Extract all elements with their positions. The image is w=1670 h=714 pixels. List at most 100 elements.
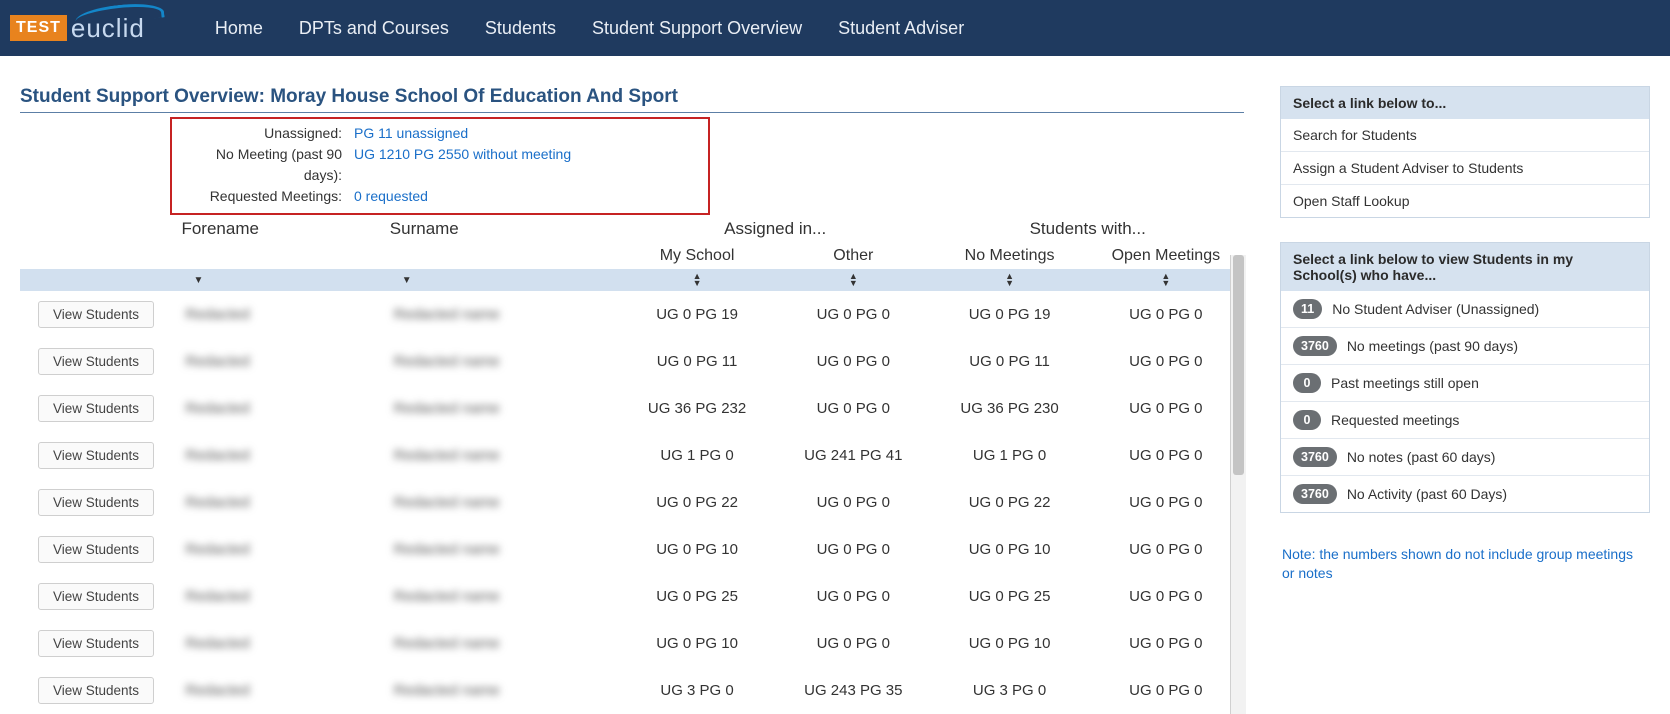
summary-nomeeting-label: No Meeting (past 90 days):: [184, 144, 354, 186]
panel-filter-label: No Student Adviser (Unassigned): [1332, 301, 1539, 317]
nav-dpts[interactable]: DPTs and Courses: [299, 18, 449, 39]
myschool-cell: UG 0 PG 10: [619, 526, 775, 573]
hdr-surname[interactable]: Surname: [390, 215, 619, 243]
panel-action-item[interactable]: Search for Students: [1281, 119, 1649, 151]
nav-adviser[interactable]: Student Adviser: [838, 18, 964, 39]
open-cell[interactable]: UG 0 PG 0: [1088, 620, 1244, 667]
nomeet-cell[interactable]: UG 0 PG 19: [931, 291, 1087, 338]
forename-cell: Redacted: [185, 588, 249, 605]
forename-cell: Redacted: [185, 494, 249, 511]
hdr-open-meetings[interactable]: Open Meetings: [1088, 243, 1244, 269]
hdr-forename[interactable]: Forename: [181, 215, 389, 243]
sort-surname[interactable]: [390, 269, 619, 291]
sort-down-icon: [193, 275, 203, 286]
view-students-button[interactable]: View Students: [38, 395, 154, 422]
open-cell[interactable]: UG 0 PG 0: [1088, 573, 1244, 620]
surname-cell: Redacted name: [394, 400, 500, 417]
count-badge: 0: [1293, 373, 1321, 393]
table-row: View StudentsRedactedRedacted nameUG 3 P…: [20, 667, 1244, 714]
table-row: View StudentsRedactedRedacted nameUG 0 P…: [20, 620, 1244, 667]
sort-both-icon: [931, 273, 1087, 287]
surname-cell: Redacted name: [394, 306, 500, 323]
other-cell: UG 0 PG 0: [775, 573, 931, 620]
open-cell[interactable]: UG 0 PG 0: [1088, 338, 1244, 385]
nomeet-cell[interactable]: UG 1 PG 0: [931, 432, 1087, 479]
page-title: Student Support Overview: Moray House Sc…: [20, 86, 1244, 113]
other-cell: UG 0 PG 0: [775, 338, 931, 385]
sort-open[interactable]: [1088, 269, 1244, 291]
view-students-button[interactable]: View Students: [38, 536, 154, 563]
table-row: View StudentsRedactedRedacted nameUG 0 P…: [20, 526, 1244, 573]
sort-down-icon: [402, 275, 412, 286]
nomeet-cell[interactable]: UG 0 PG 10: [931, 526, 1087, 573]
nomeet-cell[interactable]: UG 36 PG 230: [931, 385, 1087, 432]
view-students-button[interactable]: View Students: [38, 583, 154, 610]
surname-cell: Redacted name: [394, 588, 500, 605]
view-students-button[interactable]: View Students: [38, 489, 154, 516]
open-cell[interactable]: UG 0 PG 0: [1088, 526, 1244, 573]
surname-cell: Redacted name: [394, 447, 500, 464]
other-cell: UG 243 PG 35: [775, 667, 931, 714]
open-cell[interactable]: UG 0 PG 0: [1088, 432, 1244, 479]
panel-filter-item[interactable]: 0Requested meetings: [1281, 401, 1649, 438]
panel-filter-label: Past meetings still open: [1331, 375, 1479, 391]
nomeet-cell[interactable]: UG 0 PG 10: [931, 620, 1087, 667]
view-students-button[interactable]: View Students: [38, 677, 154, 704]
view-students-button[interactable]: View Students: [38, 348, 154, 375]
nav-students[interactable]: Students: [485, 18, 556, 39]
panel-filter-label: No Activity (past 60 Days): [1347, 486, 1507, 502]
panel-filter-label: No meetings (past 90 days): [1347, 338, 1518, 354]
other-cell: UG 0 PG 0: [775, 479, 931, 526]
summary-nomeeting-link[interactable]: UG 1210 PG 2550 without meeting: [354, 146, 571, 162]
hdr-other[interactable]: Other: [775, 243, 931, 269]
sort-myschool[interactable]: [619, 269, 775, 291]
panel-action-item[interactable]: Assign a Student Adviser to Students: [1281, 151, 1649, 184]
myschool-cell: UG 0 PG 19: [619, 291, 775, 338]
summary-unassigned-link[interactable]: PG 11 unassigned: [354, 125, 468, 141]
open-cell[interactable]: UG 0 PG 0: [1088, 479, 1244, 526]
panel-filter-label: No notes (past 60 days): [1347, 449, 1496, 465]
view-students-button[interactable]: View Students: [38, 630, 154, 657]
sort-forename[interactable]: [181, 269, 389, 291]
nomeet-cell[interactable]: UG 0 PG 25: [931, 573, 1087, 620]
panel-filter-item[interactable]: 0 Past meetings still open: [1281, 364, 1649, 401]
table-row: View StudentsRedactedRedacted nameUG 0 P…: [20, 338, 1244, 385]
open-cell[interactable]: UG 0 PG 0: [1088, 667, 1244, 714]
surname-cell: Redacted name: [394, 353, 500, 370]
table-row: View Students Redacted Redacted name UG 0 P…: [20, 573, 1244, 620]
panel-filter-item[interactable]: 11 No Student Adviser (Unassigned): [1281, 291, 1649, 327]
myschool-cell: UG 1 PG 0: [619, 432, 775, 479]
scrollbar[interactable]: [1230, 255, 1246, 714]
other-cell: UG 0 PG 0: [775, 526, 931, 573]
logo[interactable]: TEST euclid: [0, 13, 175, 44]
nomeet-cell[interactable]: UG 3 PG 0: [931, 667, 1087, 714]
hdr-assigned-in: Assigned in...: [619, 215, 932, 243]
hdr-no-meetings[interactable]: No Meetings: [931, 243, 1087, 269]
table-row: View StudentsRedactedRedacted nameUG 0 P…: [20, 479, 1244, 526]
open-cell[interactable]: UG 0 PG 0: [1088, 385, 1244, 432]
panel-filter-item[interactable]: 3760No notes (past 60 days): [1281, 438, 1649, 475]
panel-filter-item[interactable]: 3760No Activity (past 60 Days): [1281, 475, 1649, 512]
surname-cell: Redacted name: [394, 682, 500, 699]
myschool-cell: UG 36 PG 232: [619, 385, 775, 432]
sort-other[interactable]: [775, 269, 931, 291]
count-badge: 11: [1293, 299, 1322, 319]
scrollbar-thumb[interactable]: [1233, 255, 1244, 475]
panel-filter-item[interactable]: 3760No meetings (past 90 days): [1281, 327, 1649, 364]
hdr-my-school[interactable]: My School: [619, 243, 775, 269]
forename-cell: Redacted: [185, 400, 249, 417]
nav-sso[interactable]: Student Support Overview: [592, 18, 802, 39]
other-cell: UG 0 PG 0: [775, 385, 931, 432]
view-students-button[interactable]: View Students: [38, 442, 154, 469]
nav-home[interactable]: Home: [215, 18, 263, 39]
sort-nomeet[interactable]: [931, 269, 1087, 291]
nomeet-cell[interactable]: UG 0 PG 11: [931, 338, 1087, 385]
summary-requested-label: Requested Meetings:: [184, 186, 354, 207]
panel-action-item[interactable]: Open Staff Lookup: [1281, 184, 1649, 217]
nomeet-cell[interactable]: UG 0 PG 22: [931, 479, 1087, 526]
open-cell[interactable]: UG 0 PG 0: [1088, 291, 1244, 338]
panel-actions: Select a link below to... Search for Stu…: [1280, 86, 1650, 218]
logo-test-badge: TEST: [10, 15, 67, 41]
summary-requested-link[interactable]: 0 requested: [354, 188, 428, 204]
view-students-button[interactable]: View Students: [38, 301, 154, 328]
